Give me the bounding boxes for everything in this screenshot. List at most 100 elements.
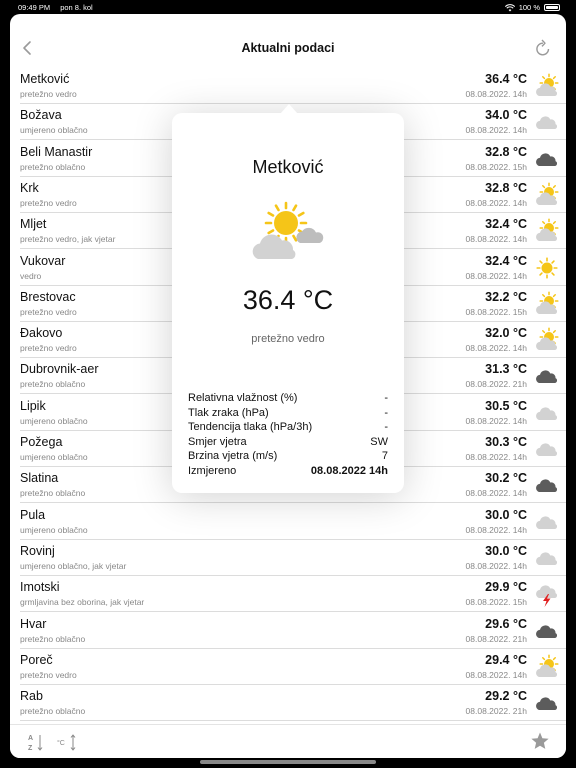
sort-az-top-label: A	[28, 735, 33, 742]
detail-value: 7	[381, 450, 388, 463]
partly-sunny-icon	[534, 73, 560, 99]
station-timestamp: 08.08.2022. 21h	[465, 706, 527, 717]
station-timestamp: 08.08.2022. 14h	[465, 89, 527, 99]
station-city: Pula	[20, 507, 46, 522]
station-row[interactable]: Rovinj umjereno oblačno, jak vjetar 30.0 °…	[10, 540, 566, 576]
station-description: pretežno vedro	[20, 343, 77, 354]
detail-row: Relativna vlažnost (%) -	[188, 391, 388, 406]
station-temperature: 36.4 °C	[485, 72, 527, 86]
station-description: pretežno oblačno	[20, 633, 86, 644]
station-temperature: 32.8 °C	[485, 180, 527, 195]
partly-sunny-icon	[534, 654, 560, 680]
partly-sunny-icon	[534, 327, 560, 353]
station-description: pretežno oblačno	[20, 161, 86, 172]
detail-label: Izmjereno	[188, 464, 237, 477]
station-description: pretežno vedro, jak vjetar	[20, 234, 116, 245]
station-city: Imotski	[20, 580, 60, 595]
station-timestamp: 08.08.2022. 14h	[465, 452, 527, 462]
station-city: Dubrovnik-aer	[20, 362, 99, 377]
sort-alphabetical-icon[interactable]: A Z	[24, 730, 48, 754]
station-row[interactable]: Rab pretežno oblačno 29.2 °C 08.08.2022. 21…	[10, 685, 566, 722]
station-temperature: 30.3 °C	[485, 435, 527, 449]
partly-sunny-icon	[534, 182, 560, 208]
dark-cloud-icon	[534, 472, 560, 498]
station-temperature: 29.6 °C	[485, 616, 527, 631]
dark-cloud-icon	[534, 618, 560, 644]
detail-row: Izmjereno 08.08.2022 14h	[188, 464, 388, 479]
favorites-star-icon[interactable]	[530, 731, 550, 751]
refresh-icon[interactable]	[534, 38, 552, 58]
detail-row: Tlak zraka (hPa) -	[188, 406, 388, 421]
station-city: Krk	[20, 180, 39, 195]
station-row[interactable]: Imotski grmljavina bez oborina, jak vjeta…	[10, 576, 566, 613]
status-time: 09:49 PM	[18, 3, 51, 12]
station-timestamp: 08.08.2022. 15h	[465, 597, 527, 608]
popover-details: Relativna vlažnost (%) - Tlak zraka (hPa) -…	[188, 391, 388, 479]
station-city: Rab	[20, 689, 43, 704]
station-timestamp: 08.08.2022. 14h	[465, 125, 527, 136]
status-bar: 09:49 PM pon 8. kol 100 %	[0, 0, 576, 14]
station-city: Hvar	[20, 616, 47, 631]
station-timestamp: 08.08.2022. 14h	[465, 415, 527, 426]
dark-cloud-icon	[534, 690, 560, 716]
station-row[interactable]: Hvar pretežno oblačno 29.6 °C 08.08.2022. 2…	[10, 613, 566, 649]
station-timestamp: 08.08.2022. 14h	[465, 669, 527, 680]
thunder-cloud-icon	[534, 581, 560, 608]
station-temperature: 32.8 °C	[485, 144, 527, 159]
station-city: Brestovac	[20, 289, 76, 304]
station-temperature: 32.4 °C	[485, 217, 527, 232]
station-description: pretežno oblačno	[20, 706, 86, 717]
status-date: pon 8. kol	[60, 3, 93, 12]
detail-label: Brzina vjetra (m/s)	[188, 450, 278, 463]
detail-label: Relativna vlažnost (%)	[188, 392, 298, 404]
station-row[interactable]: Pula umjereno oblačno 30.0 °C 08.08.2022. 1…	[10, 504, 566, 540]
row-divider	[20, 720, 566, 722]
station-city: Đakovo	[20, 326, 63, 341]
bottom-toolbar: A Z °C	[10, 724, 566, 758]
detail-value: -	[384, 392, 388, 404]
cloud-icon	[534, 545, 560, 571]
dark-cloud-icon	[534, 363, 560, 389]
wifi-icon	[504, 3, 515, 11]
partly-sunny-icon	[534, 218, 560, 244]
station-city: Vukovar	[20, 253, 66, 268]
station-timestamp: 08.08.2022. 15h	[465, 161, 527, 172]
station-timestamp: 08.08.2022. 14h	[465, 234, 527, 245]
station-city: Požega	[20, 435, 63, 449]
station-city: Mljet	[20, 217, 47, 232]
dark-cloud-icon	[534, 146, 560, 172]
station-description: pretežno vedro	[20, 89, 77, 99]
station-row[interactable]: Metković pretežno vedro 36.4 °C 08.08.2022.…	[10, 68, 566, 104]
station-temperature: 30.0 °C	[485, 507, 527, 522]
station-temperature: 32.0 °C	[485, 326, 527, 341]
cloud-icon	[534, 109, 560, 135]
detail-label: Tlak zraka (hPa)	[188, 406, 269, 419]
station-temperature: 32.2 °C	[485, 289, 527, 304]
popover-description: pretežno vedro	[251, 333, 325, 345]
station-temperature: 34.0 °C	[485, 108, 527, 123]
detail-value: -	[384, 406, 388, 419]
station-description: umjereno oblačno	[20, 415, 88, 426]
popover-arrow	[280, 104, 298, 114]
sort-temp-label: °C	[57, 739, 65, 747]
battery-icon	[544, 4, 560, 11]
station-description: umjereno oblačno, jak vjetar	[20, 560, 127, 571]
station-temperature: 30.0 °C	[485, 543, 527, 558]
sort-temperature-icon[interactable]: °C	[56, 730, 80, 754]
popover-temperature: 36.4 °C	[242, 285, 334, 315]
station-temperature: 29.4 °C	[485, 652, 527, 667]
station-temperature: 29.2 °C	[485, 689, 527, 704]
station-city: Lipik	[20, 398, 46, 413]
station-timestamp: 08.08.2022. 14h	[465, 524, 527, 535]
station-timestamp: 08.08.2022. 14h	[465, 197, 527, 208]
station-city: Rovinj	[20, 543, 55, 558]
station-description: grmljavina bez oborina, jak vjetar	[20, 597, 145, 608]
station-timestamp: 08.08.2022. 14h	[465, 488, 527, 499]
station-description: pretežno oblačno	[20, 379, 86, 390]
station-detail-popover: Metković 36.4 °C pretežno vedro Relativn…	[172, 104, 404, 493]
cloud-icon	[534, 400, 560, 426]
station-temperature: 32.4 °C	[485, 253, 527, 268]
station-timestamp: 08.08.2022. 21h	[465, 379, 527, 390]
station-timestamp: 08.08.2022. 14h	[465, 343, 527, 354]
station-row[interactable]: Poreč pretežno vedro 29.4 °C 08.08.2022. 14…	[10, 649, 566, 685]
